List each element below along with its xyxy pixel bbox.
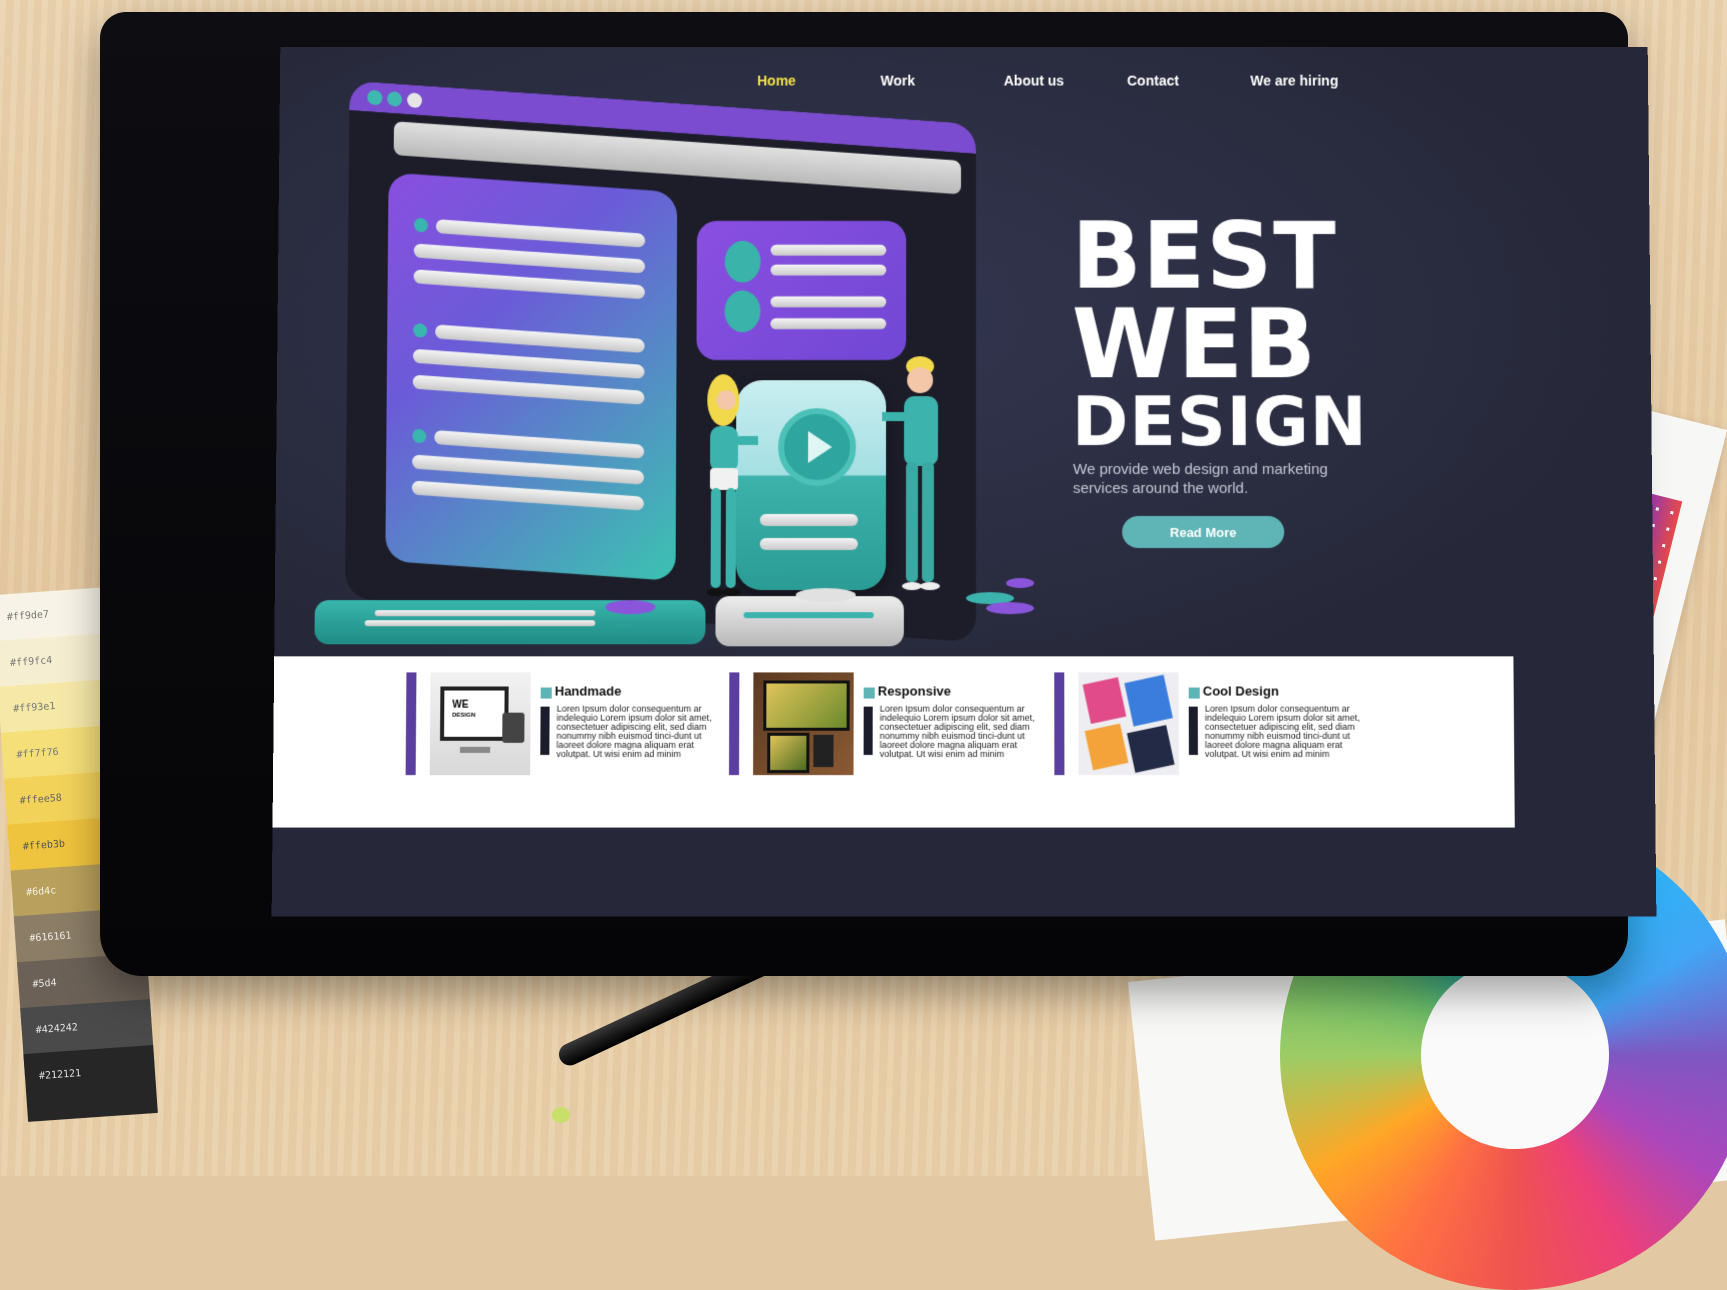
feature-accent-bar	[728, 672, 740, 776]
window-dot	[387, 91, 403, 107]
illustration-text-line	[413, 243, 646, 274]
illustration-text-line	[743, 612, 874, 619]
layout-card	[1084, 723, 1129, 771]
illustration-video-card	[735, 380, 887, 591]
hero-illustration	[314, 73, 1035, 691]
tablet-icon	[502, 712, 525, 743]
illustration-bullet	[413, 323, 428, 338]
phone-icon	[813, 734, 834, 768]
illustration-bullet	[412, 428, 427, 444]
laptop-icon	[763, 680, 850, 731]
headline-line: WEB	[1071, 289, 1317, 401]
illustration-tray	[715, 596, 904, 647]
thumb-headline-line: DESIGN	[452, 712, 476, 719]
feature-title: Handmade	[554, 683, 622, 699]
illustration-text-line	[759, 513, 858, 527]
illustration-text-line	[412, 348, 645, 380]
layout-card	[1126, 725, 1175, 773]
feature-accent-bar	[1054, 672, 1065, 776]
thumb-headline-line: WE	[452, 699, 469, 711]
tablet-device: Home Work About us Contact We are hiring	[100, 12, 1657, 976]
feature-card-handmade[interactable]: WE DESIGN Handmade Loren Ipsum dolor con…	[405, 672, 718, 779]
illustration-chip	[1006, 578, 1035, 589]
keyboard-icon	[459, 746, 491, 753]
illustration-chip	[986, 602, 1035, 615]
feature-thumbnail-layouts	[1078, 672, 1179, 776]
nav-contact[interactable]: Contact	[1127, 73, 1179, 89]
illustration-content-panel	[385, 172, 678, 582]
tablet-screen: Home Work About us Contact We are hiring	[271, 46, 1657, 917]
illustration-text-line	[770, 264, 887, 276]
illustration-text-line	[374, 610, 596, 617]
tablet-icon	[767, 732, 810, 774]
illustration-text-line	[759, 538, 858, 551]
illustration-bullet	[413, 217, 429, 233]
illustration-text-line	[435, 324, 645, 354]
feature-accent-bar	[405, 672, 417, 776]
hero-subtitle: We provide web design and marketing serv…	[1072, 461, 1328, 497]
feature-description: Loren Ipsum dolor consequentum ar indele…	[1204, 703, 1360, 759]
feature-card-responsive[interactable]: Responsive Loren Ipsum dolor consequentu…	[728, 672, 1040, 779]
feature-text-bar	[1188, 706, 1198, 755]
feature-description: Loren Ipsum dolor consequentum ar indele…	[879, 703, 1035, 759]
nav-we-are-hiring[interactable]: We are hiring	[1250, 73, 1338, 89]
stylus-tip	[552, 1107, 570, 1123]
feature-title: Responsive	[877, 683, 951, 699]
illustration-text-line	[412, 374, 645, 405]
feature-title-marker	[1188, 687, 1200, 699]
features-section: WE DESIGN Handmade Loren Ipsum dolor con…	[271, 656, 1515, 828]
feature-thumbnail-desktop: WE DESIGN	[429, 672, 531, 776]
feature-thumbnail-devices	[753, 672, 854, 776]
hero-section: Home Work About us Contact We are hiring	[273, 46, 1655, 723]
swatch-strip: #212121	[23, 1045, 158, 1122]
nav-about-us[interactable]: About us	[1004, 73, 1064, 89]
illustration-text-line	[770, 244, 887, 256]
feature-description: Loren Ipsum dolor consequentum ar indele…	[556, 703, 712, 759]
feature-title: Cool Design	[1202, 683, 1279, 699]
monitor-icon: WE DESIGN	[440, 686, 509, 741]
character-man-figure	[881, 356, 940, 591]
illustration-text-line	[435, 219, 646, 248]
headline-line: BEST	[1071, 203, 1338, 310]
layout-card	[1124, 674, 1173, 727]
illustration-text-line	[770, 296, 887, 308]
window-dot	[407, 92, 423, 109]
feature-card-cool-design[interactable]: Cool Design Loren Ipsum dolor consequent…	[1054, 672, 1365, 779]
illustration-chip	[605, 600, 656, 615]
feature-text-bar	[540, 706, 550, 755]
read-more-button[interactable]: Read More	[1122, 515, 1285, 549]
headline-line: DESIGN	[1071, 382, 1368, 462]
illustration-text-line	[434, 430, 645, 459]
illustration-avatar	[724, 240, 761, 283]
feature-text-bar	[863, 706, 873, 755]
feature-title-marker	[863, 687, 875, 699]
illustration-text-line	[412, 454, 645, 485]
layout-card	[1082, 677, 1127, 725]
illustration-text-line	[364, 620, 596, 627]
illustration-chip	[795, 588, 856, 603]
illustration-avatar	[724, 290, 761, 333]
illustration-text-line	[413, 269, 645, 300]
play-icon	[777, 408, 857, 486]
character-woman-figure	[706, 374, 759, 597]
illustration-profile-panel	[696, 220, 907, 361]
hero-headline: BEST WEB DESIGN	[1071, 203, 1392, 462]
illustration-text-line	[770, 318, 887, 330]
illustration-text-line	[411, 480, 644, 511]
feature-title-marker	[540, 687, 552, 699]
window-dot	[367, 89, 383, 106]
